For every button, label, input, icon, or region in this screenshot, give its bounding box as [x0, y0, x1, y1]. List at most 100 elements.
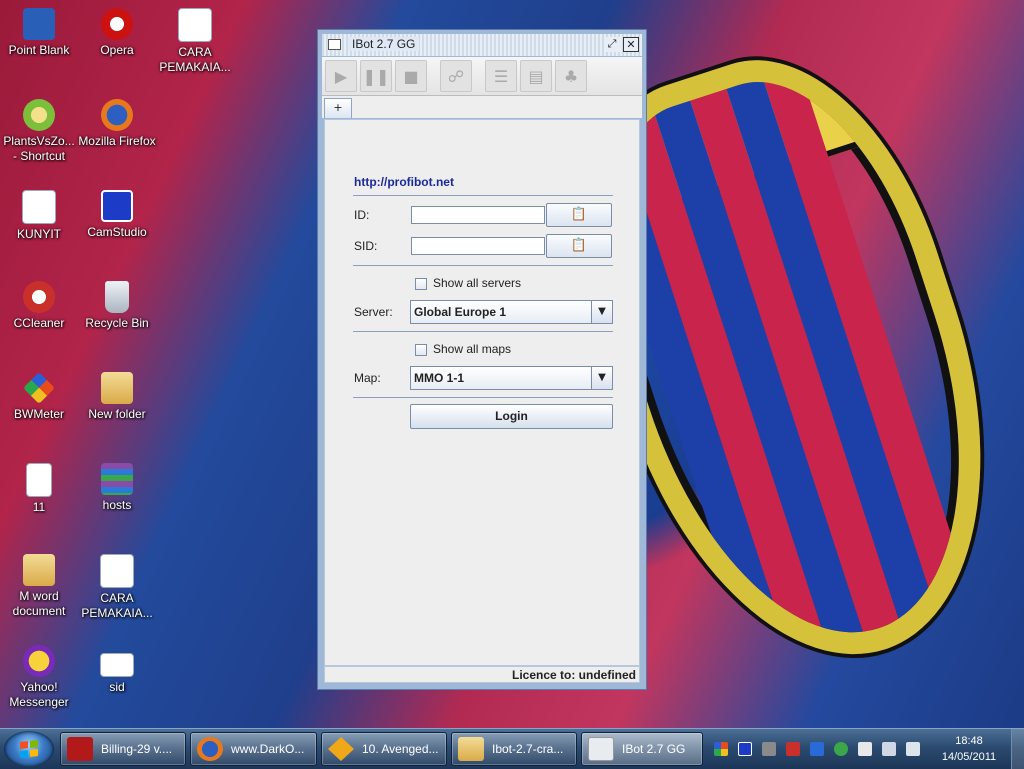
- desktop-icon-opera[interactable]: Opera: [78, 8, 156, 58]
- window-title: IBot 2.7 GG: [348, 37, 420, 51]
- desktop-icon-recycle-bin[interactable]: Recycle Bin: [78, 281, 156, 331]
- chevron-down-icon[interactable]: ▼: [591, 301, 612, 323]
- desktop-icon-m-word-document[interactable]: M word document: [0, 554, 78, 619]
- desktop-icon-plantsvszombies[interactable]: PlantsVsZo... - Shortcut: [0, 99, 78, 164]
- word-document-icon: [100, 554, 134, 588]
- show-all-servers-label: Show all servers: [433, 276, 522, 290]
- desktop-icon-point-blank[interactable]: Point Blank: [0, 8, 78, 58]
- network-icon[interactable]: [882, 742, 896, 756]
- taskbar-item-winamp[interactable]: 10. Avenged...: [321, 732, 447, 766]
- folder-icon: [101, 372, 133, 404]
- desktop-icon-bwmeter[interactable]: BWMeter: [0, 372, 78, 422]
- winrar-archive-icon: [101, 463, 133, 495]
- start-button[interactable]: [4, 731, 54, 767]
- plants-vs-zombies-icon: [23, 99, 55, 131]
- document-icon[interactable]: ▤: [520, 60, 552, 92]
- bwmeter-icon[interactable]: [714, 742, 728, 756]
- stop-icon[interactable]: ■: [395, 60, 427, 92]
- word-document-icon: [178, 8, 212, 42]
- desktop-icon-cara-pemakaian-2[interactable]: CARA PEMAKAIA...: [78, 554, 156, 621]
- text-file-icon: [100, 653, 134, 677]
- billing-app-icon: [67, 737, 93, 761]
- winamp-icon: [328, 737, 354, 761]
- taskbar-item-firefox[interactable]: www.DarkO...: [190, 732, 317, 766]
- taskbar-item-ibot[interactable]: IBot 2.7 GG: [581, 732, 703, 766]
- desktop-icon-hosts[interactable]: hosts: [78, 463, 156, 513]
- divider: [353, 331, 613, 332]
- desktop-icon-ccleaner[interactable]: CCleaner: [0, 281, 78, 331]
- java-icon: [588, 737, 614, 761]
- chevron-down-icon[interactable]: ▼: [591, 367, 612, 389]
- yahoo-messenger-icon: [23, 645, 55, 677]
- system-tray: [708, 729, 930, 769]
- desktop-icon-cara-pemakaian[interactable]: CARA PEMAKAIA...: [156, 8, 234, 75]
- login-panel: http://profibot.net ID: 📋 SID: 📋 Show al…: [324, 119, 640, 666]
- folder-icon: [458, 737, 484, 761]
- clipboard-icon: 📋: [570, 207, 588, 222]
- divider: [353, 265, 613, 266]
- divider: [353, 195, 613, 196]
- window-titlebar[interactable]: IBot 2.7 GG ⤢ ✕: [322, 34, 642, 56]
- desktop-icon-new-folder[interactable]: New folder: [78, 372, 156, 422]
- toolbar: ▶ ❚❚ ■ ☍ ☰ ▤ ♣: [322, 57, 642, 96]
- run-icon[interactable]: ☍: [440, 60, 472, 92]
- sid-input[interactable]: [411, 237, 545, 255]
- ibot-window[interactable]: IBot 2.7 GG ⤢ ✕ ▶ ❚❚ ■ ☍ ☰ ▤ ♣ + http://…: [317, 29, 647, 690]
- opera-icon: [101, 8, 133, 40]
- pause-icon[interactable]: ❚❚: [360, 60, 392, 92]
- restore-button[interactable]: ⤢: [604, 37, 620, 52]
- divider: [353, 397, 613, 398]
- folder-icon: [23, 554, 55, 586]
- server-dropdown[interactable]: Global Europe 1 ▼: [410, 300, 613, 324]
- paste-id-button[interactable]: 📋: [546, 203, 612, 227]
- taskbar-item-ibot-folder[interactable]: Ibot-2.7-cra...: [451, 732, 577, 766]
- show-desktop-button[interactable]: [1011, 729, 1024, 769]
- point-blank-icon: [23, 8, 55, 40]
- users-icon[interactable]: ♣: [555, 60, 587, 92]
- sid-label: SID:: [354, 239, 378, 253]
- server-label: Server:: [354, 305, 393, 319]
- licence-status: Licence to: undefined: [511, 668, 636, 682]
- window-app-icon: [328, 39, 341, 50]
- word-document-icon: [22, 190, 56, 224]
- play-icon[interactable]: ▶: [325, 60, 357, 92]
- taskbar: Billing-29 v.... www.DarkO... 10. Avenge…: [0, 728, 1024, 769]
- add-tab-button[interactable]: +: [324, 98, 352, 118]
- clipboard-icon: 📋: [570, 238, 588, 253]
- close-button[interactable]: ✕: [623, 37, 639, 52]
- network-adapter-icon[interactable]: [762, 742, 776, 756]
- desktop-icon-sid[interactable]: sid: [78, 645, 156, 695]
- recycle-bin-icon: [105, 281, 129, 313]
- map-label: Map:: [354, 371, 381, 385]
- display-icon[interactable]: [810, 742, 824, 756]
- desktop-icon-11[interactable]: 11: [0, 463, 78, 515]
- bwmeter-icon: [23, 372, 55, 404]
- ccleaner-icon: [23, 281, 55, 313]
- desktop-icon-kunyit[interactable]: KUNYIT: [0, 190, 78, 242]
- id-input[interactable]: [411, 206, 545, 224]
- profibot-link[interactable]: http://profibot.net: [354, 175, 454, 189]
- server-value: Global Europe 1: [414, 305, 507, 319]
- clock-time: 18:48: [955, 735, 983, 747]
- login-button[interactable]: Login: [410, 404, 613, 429]
- clock-date: 14/05/2011: [941, 751, 997, 763]
- security-shield-icon[interactable]: [834, 742, 848, 756]
- status-bar: Licence to: undefined: [324, 666, 640, 683]
- volume-icon[interactable]: [906, 742, 920, 756]
- camstudio-icon[interactable]: [738, 742, 752, 756]
- list-icon[interactable]: ☰: [485, 60, 517, 92]
- taskbar-item-billing[interactable]: Billing-29 v....: [60, 732, 186, 766]
- desktop-icon-camstudio[interactable]: CamStudio: [78, 190, 156, 240]
- desktop-icon-yahoo-messenger[interactable]: Yahoo! Messenger: [0, 645, 78, 710]
- action-center-flag-icon[interactable]: [858, 742, 872, 756]
- antivirus-icon[interactable]: [786, 742, 800, 756]
- clock[interactable]: 18:48 14/05/2011: [934, 733, 1004, 765]
- camstudio-icon: [101, 190, 133, 222]
- map-dropdown[interactable]: MMO 1-1 ▼: [410, 366, 613, 390]
- paste-sid-button[interactable]: 📋: [546, 234, 612, 258]
- desktop-icon-firefox[interactable]: Mozilla Firefox: [78, 99, 156, 149]
- show-all-maps-checkbox[interactable]: [415, 344, 427, 356]
- map-value: MMO 1-1: [414, 371, 465, 385]
- show-all-servers-checkbox[interactable]: [415, 278, 427, 290]
- firefox-icon: [101, 99, 133, 131]
